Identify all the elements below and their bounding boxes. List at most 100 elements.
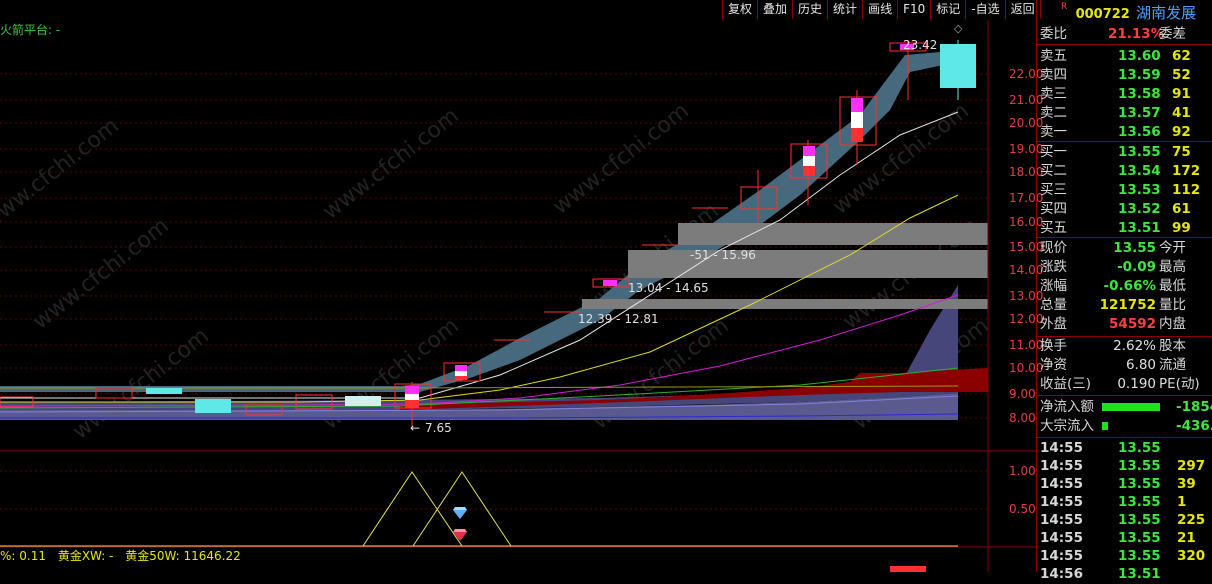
- sub-panel: [0, 471, 958, 547]
- stock-name: 湖南发展: [1136, 4, 1197, 22]
- quote-label-right: 内盘: [1159, 316, 1186, 332]
- tick-price: 13.55: [1118, 494, 1161, 510]
- order-price: 13.52: [1118, 201, 1161, 217]
- candle-highlight: [851, 112, 863, 128]
- order-volume: 75: [1172, 144, 1191, 160]
- tick-row[interactable]: 14:55 13.55 225: [1040, 511, 1212, 530]
- candle-highlight: [803, 166, 815, 176]
- watermark-text: www.cfchi.com: [318, 103, 463, 224]
- tick-time: 14:55: [1040, 458, 1083, 474]
- commission-row: 委比 21.13% 委差: [1040, 25, 1212, 44]
- toolbar-button[interactable]: F10: [897, 0, 930, 19]
- order-price: 13.55: [1118, 144, 1161, 160]
- tick-time: 14:56: [1040, 566, 1083, 582]
- toolbar-button[interactable]: 复权: [722, 0, 757, 19]
- quote-row: 外盘 54592 内盘: [1040, 315, 1212, 334]
- stock-code: 000722: [1075, 7, 1130, 22]
- tick-price: 13.55: [1118, 440, 1161, 456]
- diamond-marker-icon: ◇: [954, 22, 963, 35]
- bid-row[interactable]: 买一 13.55 75: [1040, 143, 1212, 162]
- order-level-label: 买一: [1040, 144, 1067, 160]
- sub-axis-label: 0.50: [1009, 502, 1036, 516]
- candle-highlight: [455, 371, 467, 376]
- quote-value: 13.55: [1113, 240, 1156, 256]
- fundamental-label-right: 股本: [1159, 338, 1186, 354]
- price-axis-label: 8.00: [1009, 411, 1036, 425]
- order-volume: 99: [1172, 220, 1191, 236]
- tick-volume: 1: [1177, 494, 1187, 510]
- order-price: 13.57: [1118, 105, 1161, 121]
- sub-axis-label: 1.00: [1009, 464, 1036, 478]
- tick-price: 13.51: [1118, 566, 1161, 582]
- tick-row[interactable]: 14:56 13.51: [1040, 565, 1212, 584]
- fundamental-label: 换手: [1040, 338, 1067, 354]
- order-volume: 61: [1172, 201, 1191, 217]
- watermark-text: www.cfchi.com: [548, 98, 693, 219]
- fundamental-value: 0.190: [1117, 376, 1156, 392]
- quote-row: 总量 121752 量比: [1040, 296, 1212, 315]
- candle: [345, 396, 381, 406]
- order-level-label: 卖四: [1040, 67, 1067, 83]
- tick-price: 13.55: [1118, 548, 1161, 564]
- flow-value: -1854: [1176, 399, 1212, 415]
- order-volume: 91: [1172, 86, 1191, 102]
- candle-sub: [890, 566, 926, 572]
- order-price: 13.59: [1118, 67, 1161, 83]
- commission-ratio-value: 21.13%: [1108, 26, 1165, 42]
- ask-row[interactable]: 卖五 13.60 62: [1040, 47, 1212, 66]
- order-level-label: 买二: [1040, 163, 1067, 179]
- tick-time: 14:55: [1040, 548, 1083, 564]
- diamond-blue-icon: [453, 507, 467, 519]
- toolbar-button[interactable]: -自选: [965, 0, 1004, 19]
- ask-row[interactable]: 卖一 13.56 92: [1040, 123, 1212, 142]
- quote-value: 54592: [1109, 316, 1156, 332]
- tick-row[interactable]: 14:55 13.55 297: [1040, 457, 1212, 476]
- panel-divider: [1036, 141, 1212, 142]
- tick-price: 13.55: [1118, 476, 1161, 492]
- fundamental-value: 2.62%: [1113, 338, 1156, 354]
- ask-row[interactable]: 卖四 13.59 52: [1040, 66, 1212, 85]
- quote-label: 现价: [1040, 240, 1067, 256]
- ask-row[interactable]: 卖二 13.57 41: [1040, 104, 1212, 123]
- tick-price: 13.55: [1118, 458, 1161, 474]
- toolbar-button[interactable]: 历史: [792, 0, 827, 19]
- tick-time: 14:55: [1040, 530, 1083, 546]
- toolbar-button[interactable]: 标记: [930, 0, 965, 19]
- bid-row[interactable]: 买四 13.52 61: [1040, 200, 1212, 219]
- fundamental-label-right: 流通: [1159, 357, 1186, 373]
- watermark-text: www.cfchi.com: [68, 323, 213, 444]
- kline-chart[interactable]: www.cfchi.comwww.cfchi.comwww.cfchi.comw…: [0, 0, 1036, 572]
- fundamental-row: 换手 2.62% 股本: [1040, 337, 1212, 356]
- quote-label: 涨幅: [1040, 278, 1067, 294]
- flow-bar: [1102, 403, 1160, 411]
- toolbar-button[interactable]: 统计: [827, 0, 862, 19]
- tick-row[interactable]: 14:55 13.55: [1040, 439, 1212, 458]
- candle-highlight: [455, 365, 467, 371]
- stock-header[interactable]: R 000722 湖南发展: [1061, 2, 1197, 22]
- tick-row[interactable]: 14:55 13.55 320: [1040, 547, 1212, 566]
- quote-label: 涨跌: [1040, 259, 1067, 275]
- ask-row[interactable]: 卖三 13.58 91: [1040, 85, 1212, 104]
- toolbar-button[interactable]: 叠加: [757, 0, 792, 19]
- tick-row[interactable]: 14:55 13.55 21: [1040, 529, 1212, 548]
- candle: [146, 388, 182, 394]
- bid-row[interactable]: 买二 13.54 172: [1040, 162, 1212, 181]
- quote-row: 涨跌 -0.09 最高: [1040, 258, 1212, 277]
- bid-row[interactable]: 买五 13.51 99: [1040, 219, 1212, 238]
- toolbar-button[interactable]: 画线: [862, 0, 897, 19]
- tick-price: 13.55: [1118, 512, 1161, 528]
- zone-box-2: [628, 250, 988, 278]
- tick-row[interactable]: 14:55 13.55 39: [1040, 475, 1212, 494]
- zone-box-1: [678, 223, 988, 245]
- flow-value: -436.3: [1176, 418, 1212, 434]
- tick-time: 14:55: [1040, 494, 1083, 510]
- quote-value: -0.09: [1117, 259, 1156, 275]
- quote-label-right: 量比: [1159, 297, 1186, 313]
- fundamental-label: 净资: [1040, 357, 1067, 373]
- zone-label-3: -51 - 15.96: [690, 248, 756, 262]
- candle: [195, 399, 231, 413]
- tick-time: 14:55: [1040, 512, 1083, 528]
- bid-row[interactable]: 买三 13.53 112: [1040, 181, 1212, 200]
- tick-row[interactable]: 14:55 13.55 1: [1040, 493, 1212, 512]
- price-axis-label: 9.00: [1009, 387, 1036, 401]
